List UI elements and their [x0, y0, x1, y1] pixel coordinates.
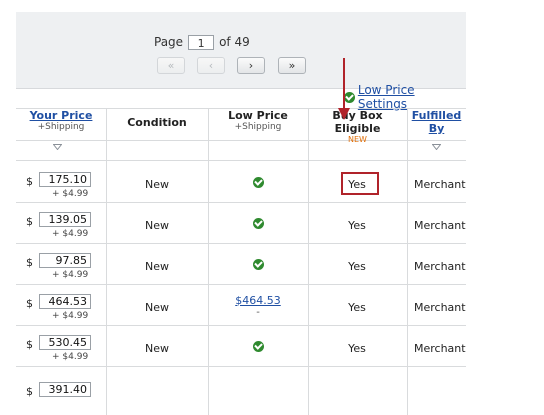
column-header-low-price: Low Price +Shipping — [208, 109, 308, 141]
condition-value: New — [145, 219, 169, 232]
first-page-button[interactable]: « — [157, 57, 185, 74]
buy-box-value: Yes — [348, 260, 366, 273]
fulfilled-by-value: Merchant — [414, 260, 466, 273]
condition-value: New — [145, 178, 169, 191]
annotation-arrow-head — [338, 108, 350, 120]
annotation-highlight-box — [341, 172, 379, 195]
buy-box-value: Yes — [348, 342, 366, 355]
buy-box-value: Yes — [348, 301, 366, 314]
fulfilled-by-value: Merchant — [414, 301, 466, 314]
row-divider — [16, 284, 466, 285]
price-input[interactable]: 175.10 — [39, 172, 91, 187]
shipping-amount: + $4.99 — [52, 270, 89, 280]
shipping-amount: + $4.99 — [52, 352, 89, 362]
annotation-arrow — [343, 58, 345, 110]
currency-symbol: $ — [26, 385, 33, 398]
last-page-button[interactable]: » — [278, 57, 306, 74]
column-header-buy-box: Buy Box Eligible NEW — [308, 109, 407, 144]
sort-down-icon[interactable] — [53, 144, 62, 150]
check-icon — [253, 177, 264, 188]
new-badge: NEW — [348, 135, 367, 144]
currency-symbol: $ — [26, 256, 33, 269]
check-icon — [253, 218, 264, 229]
column-header-condition: Condition — [106, 116, 208, 148]
check-icon — [344, 91, 355, 103]
shipping-amount: + $4.99 — [52, 311, 89, 321]
row-divider — [16, 325, 466, 326]
shipping-amount: + $4.99 — [52, 189, 89, 199]
price-input[interactable]: 464.53 — [39, 294, 91, 309]
check-icon — [253, 259, 264, 270]
low-price-label: Low Price — [228, 109, 288, 122]
currency-symbol: $ — [26, 215, 33, 228]
page-label: Page — [154, 35, 184, 49]
low-price-subtitle: +Shipping — [234, 122, 282, 132]
buy-box-label: Buy Box Eligible — [332, 109, 383, 135]
low-price-settings-link[interactable]: Low Price Settings — [358, 83, 466, 111]
fulfilled-sort-link[interactable]: Fulfilled — [407, 109, 466, 122]
page-number-input[interactable]: 1 — [188, 34, 215, 50]
price-input[interactable]: 139.05 — [39, 212, 91, 227]
fulfilled-sort-link-by[interactable]: By — [407, 122, 466, 135]
column-divider — [407, 108, 408, 415]
page-total-label: of 49 — [219, 35, 250, 49]
column-header-fulfilled-by[interactable]: Fulfilled By — [407, 109, 466, 141]
inventory-panel: Page 1 of 49 « ‹ › » Low Price Settings … — [16, 12, 466, 415]
pagination-bar: Page 1 of 49 « ‹ › » — [16, 12, 466, 89]
your-price-subtitle: +Shipping — [37, 122, 85, 132]
currency-symbol: $ — [26, 175, 33, 188]
row-divider — [16, 366, 466, 367]
fulfilled-by-value: Merchant — [414, 178, 466, 191]
check-icon — [253, 341, 264, 352]
sort-row-divider — [16, 160, 466, 161]
currency-symbol: $ — [26, 338, 33, 351]
low-price-shipping: - — [256, 307, 260, 318]
condition-value: New — [145, 342, 169, 355]
fulfilled-by-value: Merchant — [414, 342, 466, 355]
column-divider — [208, 108, 209, 415]
low-price-settings: Low Price Settings — [344, 83, 466, 111]
fulfilled-by-value: Merchant — [414, 219, 466, 232]
row-divider — [16, 202, 466, 203]
price-input[interactable]: 391.40 — [39, 382, 91, 397]
column-header-your-price[interactable]: Your Price +Shipping — [16, 109, 106, 141]
sort-down-icon[interactable] — [432, 144, 441, 150]
condition-label: Condition — [127, 116, 187, 129]
price-input[interactable]: 530.45 — [39, 335, 91, 350]
page-indicator: Page 1 of 49 — [154, 33, 250, 51]
low-price-link[interactable]: $464.53 — [210, 294, 306, 307]
condition-value: New — [145, 301, 169, 314]
row-divider — [16, 243, 466, 244]
shipping-amount: + $4.99 — [52, 229, 89, 239]
condition-value: New — [145, 260, 169, 273]
previous-page-button[interactable]: ‹ — [197, 57, 225, 74]
your-price-sort-link[interactable]: Your Price — [16, 109, 106, 122]
next-page-button[interactable]: › — [237, 57, 265, 74]
currency-symbol: $ — [26, 297, 33, 310]
price-input[interactable]: 97.85 — [39, 253, 91, 268]
buy-box-value: Yes — [348, 219, 366, 232]
